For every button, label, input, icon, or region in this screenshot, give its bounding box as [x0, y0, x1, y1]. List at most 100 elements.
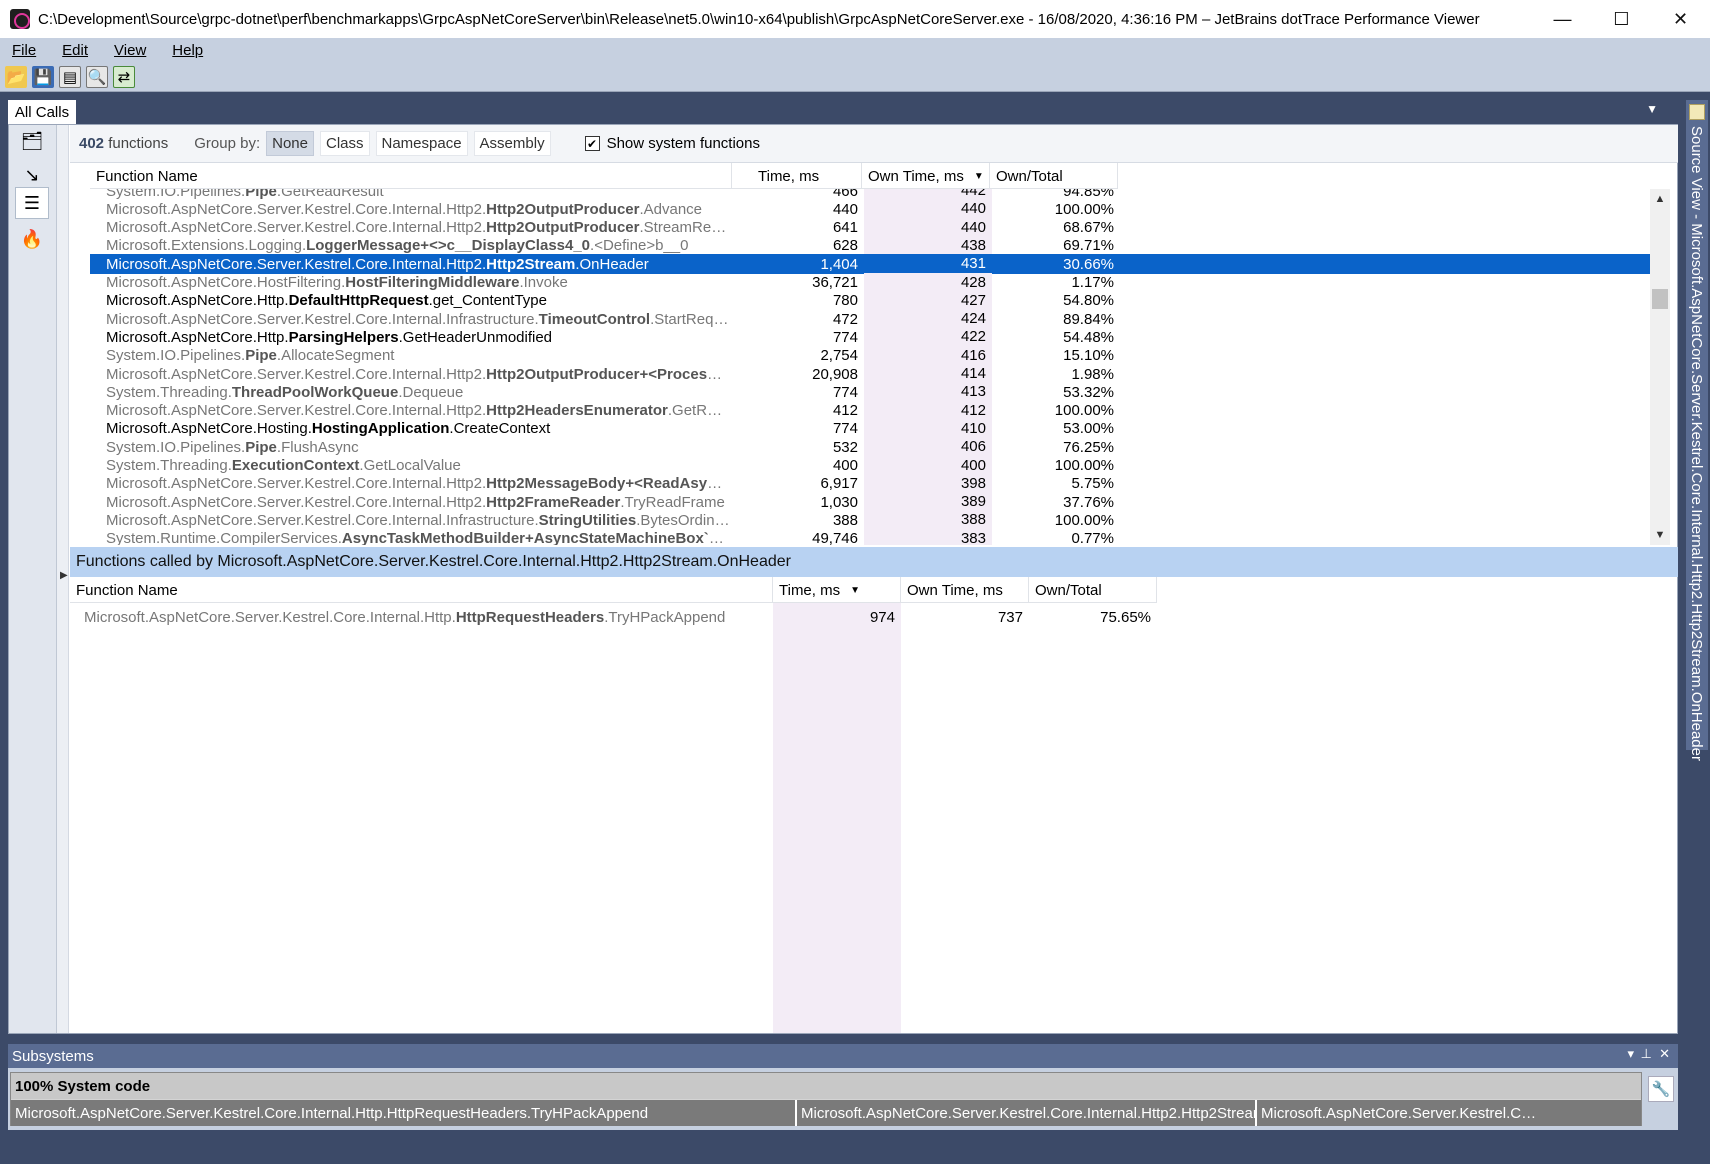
- hot-spots-table: System.IO.Pipelines.Pipe.GetReadResult 46…: [90, 189, 1650, 545]
- own-time-ms: 400: [864, 455, 992, 476]
- table-row[interactable]: Microsoft.AspNetCore.HostFiltering.HostF…: [90, 272, 1650, 293]
- expand-arrow-icon[interactable]: ▶: [60, 570, 68, 581]
- group-by-none-button[interactable]: None: [266, 131, 314, 156]
- table-row[interactable]: Microsoft.AspNetCore.Server.Kestrel.Core…: [90, 400, 1650, 421]
- show-system-functions-label[interactable]: Show system functions: [607, 135, 760, 152]
- show-system-functions-checkbox[interactable]: ✔: [584, 136, 600, 151]
- close-button[interactable]: ✕: [1651, 0, 1710, 38]
- table-row[interactable]: Microsoft.AspNetCore.Server.Kestrel.Core…: [90, 473, 1650, 494]
- function-namespace: Microsoft.AspNetCore.Http.: [106, 292, 289, 310]
- source-view-label: Source View - Microsoft.AspNetCore.Serve…: [1688, 126, 1705, 761]
- tab-all-calls[interactable]: All Calls: [8, 100, 76, 124]
- callees-column-header-function-name[interactable]: Function Name: [70, 577, 773, 603]
- function-namespace: Microsoft.AspNetCore.Server.Kestrel.Core…: [106, 310, 539, 328]
- scroll-thumb[interactable]: [1652, 289, 1668, 309]
- table-row[interactable]: Microsoft.Extensions.Logging.LoggerMessa…: [90, 235, 1650, 256]
- hot-spots-fire-icon[interactable]: 🔥: [15, 223, 49, 255]
- table-row[interactable]: Microsoft.AspNetCore.Http.DefaultHttpReq…: [90, 290, 1650, 311]
- own-time-ms: 406: [864, 437, 992, 458]
- table-row[interactable]: Microsoft.AspNetCore.Server.Kestrel.Core…: [90, 364, 1650, 384]
- open-folder-icon[interactable]: 📂: [5, 65, 27, 88]
- export-icon[interactable]: ⇄: [113, 65, 135, 88]
- menu-edit[interactable]: Edit: [62, 42, 88, 59]
- subsystem-function-segment[interactable]: Microsoft.AspNetCore.Server.Kestrel.Core…: [797, 1100, 1257, 1126]
- menu-file[interactable]: File: [12, 42, 36, 59]
- close-icon[interactable]: ✕: [1659, 1046, 1670, 1062]
- table-row[interactable]: System.Runtime.CompilerServices.AsyncTas…: [90, 528, 1650, 545]
- subsystems-panel: Subsystems ▾ ⊥ ✕ 100% System code Micros…: [8, 1044, 1678, 1130]
- callees-column-header-own-time[interactable]: Own Time, ms: [901, 577, 1029, 603]
- own-time-ms: 440: [864, 217, 992, 238]
- column-header-function-name-label: Function Name: [96, 167, 198, 185]
- status-strip: [0, 1134, 1710, 1164]
- callee-own-time: 737: [997, 608, 1023, 626]
- subsystem-settings-icon[interactable]: 🔧: [1648, 1076, 1674, 1102]
- table-row[interactable]: Microsoft.AspNetCore.Server.Kestrel.Core…: [90, 510, 1650, 531]
- menu-help[interactable]: Help: [172, 42, 203, 59]
- function-method: .Dequeue: [398, 383, 464, 401]
- source-view-tab[interactable]: Source View - Microsoft.AspNetCore.Serve…: [1686, 100, 1708, 761]
- table-row-selected[interactable]: Microsoft.AspNetCore.Server.Kestrel.Core…: [90, 254, 1650, 275]
- table-row[interactable]: System.Threading.ExecutionContext.GetLoc…: [90, 455, 1650, 476]
- callees-column-header-time[interactable]: Time, ms ▼: [773, 577, 901, 603]
- function-method: .GetResponseHea…: [667, 402, 730, 420]
- function-method: .BytesOrdinalEqualsStrin…: [636, 511, 730, 529]
- table-row[interactable]: Microsoft.AspNetCore.Server.Kestrel.Core…: [90, 199, 1650, 220]
- callees-column-header-own-total[interactable]: Own/Total: [1029, 577, 1157, 603]
- group-by-assembly-button[interactable]: Assembly: [473, 131, 551, 156]
- table-row[interactable]: Microsoft.AspNetCore.Hosting.HostingAppl…: [90, 418, 1650, 439]
- function-name: Microsoft.Extensions.Logging.LoggerMessa…: [90, 237, 730, 254]
- function-name: Microsoft.AspNetCore.Server.Kestrel.Core…: [90, 366, 730, 383]
- own-total-percent: 100.00%: [1054, 457, 1114, 474]
- column-header-time[interactable]: Time, ms: [732, 163, 862, 189]
- dropdown-icon[interactable]: ▾: [1627, 1046, 1634, 1062]
- table-row[interactable]: Microsoft.AspNetCore.Server.Kestrel.Core…: [90, 217, 1650, 238]
- column-header-own-time[interactable]: Own Time, ms ▼: [862, 163, 990, 189]
- own-total-percent: 53.00%: [1063, 420, 1114, 438]
- pane-splitter[interactable]: ▶: [57, 125, 69, 1033]
- maximize-button[interactable]: ☐: [1592, 0, 1651, 38]
- table-row[interactable]: System.IO.Pipelines.Pipe.FlushAsync 532 40…: [90, 437, 1650, 458]
- callee-method: .TryHPackAppend: [604, 608, 726, 626]
- save-icon[interactable]: 💾: [32, 65, 54, 88]
- vertical-scrollbar[interactable]: ▲ ▼: [1650, 189, 1670, 545]
- menu-view[interactable]: View: [114, 42, 146, 59]
- function-name: Microsoft.AspNetCore.Server.Kestrel.Core…: [90, 512, 730, 529]
- function-method: .TryReadFrame: [620, 493, 725, 511]
- time-ms: 440: [832, 200, 858, 218]
- function-namespace: System.IO.Pipelines.: [106, 438, 246, 456]
- source-file-icon: [1689, 104, 1705, 120]
- group-by-class-button[interactable]: Class: [319, 131, 370, 156]
- table-row[interactable]: System.IO.Pipelines.Pipe.AllocateSegment…: [90, 345, 1650, 366]
- time-ms: 6,917: [820, 475, 858, 493]
- table-row[interactable]: Microsoft.AspNetCore.Server.Kestrel.Core…: [90, 492, 1650, 513]
- own-time-ms: 428: [864, 272, 992, 293]
- function-namespace: System.Threading.: [106, 383, 232, 401]
- function-namespace: Microsoft.AspNetCore.HostFiltering.: [106, 274, 346, 291]
- own-time-ms: 440: [864, 199, 992, 220]
- scroll-up-icon[interactable]: ▲: [1650, 189, 1670, 209]
- snapshot-icon[interactable]: ▤: [59, 65, 81, 88]
- find-icon[interactable]: 🔍: [86, 65, 108, 88]
- column-header-function-name[interactable]: Function Name: [90, 163, 732, 189]
- callees-column-header-time-label: Time, ms: [779, 581, 841, 599]
- group-by-namespace-button[interactable]: Namespace: [375, 131, 468, 156]
- callee-row[interactable]: Microsoft.AspNetCore.Server.Kestrel.Core…: [70, 607, 1678, 627]
- subsystem-function-segment[interactable]: Microsoft.AspNetCore.Server.Kestrel.Core…: [11, 1100, 797, 1126]
- function-class: LoggerMessage+<>c__DisplayClass4_0: [306, 237, 591, 255]
- minimize-button[interactable]: —: [1533, 0, 1592, 38]
- call-tree-view-icon[interactable]: 🗂: [15, 125, 49, 157]
- chevron-down-icon[interactable]: ▼: [1646, 102, 1658, 116]
- hot-spots-list-icon[interactable]: ☰: [15, 187, 49, 219]
- system-code-bar[interactable]: 100% System code: [11, 1073, 1641, 1099]
- view-selector-rail: 🗂 ↘ ☰ 🔥: [9, 125, 57, 1033]
- time-column-band: [773, 603, 901, 1033]
- pin-icon[interactable]: ⊥: [1641, 1046, 1652, 1062]
- table-row[interactable]: Microsoft.AspNetCore.Http.ParsingHelpers…: [90, 327, 1650, 348]
- table-row[interactable]: System.Threading.ThreadPoolWorkQueue.Deq…: [90, 382, 1650, 403]
- subsystem-function-segment[interactable]: Microsoft.AspNetCore.Server.Kestrel.C…: [1257, 1100, 1641, 1126]
- table-row[interactable]: Microsoft.AspNetCore.Server.Kestrel.Core…: [90, 309, 1650, 330]
- scroll-down-icon[interactable]: ▼: [1650, 525, 1670, 545]
- time-ms: 641: [832, 219, 858, 237]
- column-header-own-total[interactable]: Own/Total: [990, 163, 1118, 189]
